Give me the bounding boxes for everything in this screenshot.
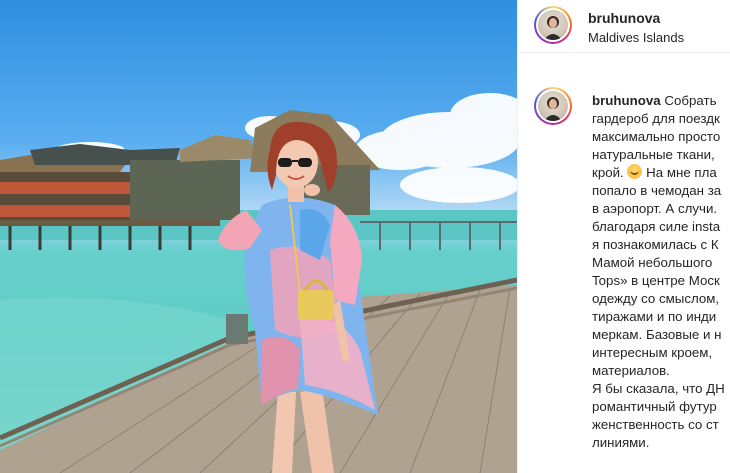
caption-line: женственность со ст: [592, 417, 719, 432]
post-photo[interactable]: [0, 0, 517, 473]
caption-username[interactable]: bruhunova: [592, 93, 661, 108]
caption-line: максимально просто: [592, 129, 721, 144]
caption-line: гардероб для поездк: [592, 111, 720, 126]
caption-line: благодаря силе insta: [592, 219, 721, 234]
caption-line: Собрать: [664, 93, 717, 108]
profile-avatar-icon: [538, 91, 568, 121]
caption-avatar[interactable]: [534, 87, 572, 125]
caption-line: меркам. Базовые и н: [592, 327, 722, 342]
post-username[interactable]: bruhunova: [588, 10, 660, 26]
caption-line: Мамой небольшого: [592, 255, 713, 270]
caption-line: в аэропорт. А случи.: [592, 201, 718, 216]
post-location[interactable]: Maldives Islands: [588, 30, 684, 45]
smiling-face-emoji-icon: [627, 164, 643, 179]
caption-line: одежду со смыслом,: [592, 291, 720, 306]
caption-line: романтичный футур: [592, 399, 717, 414]
caption-line: тиражами и по инди: [592, 309, 717, 324]
caption-line: попало в чемодан за: [592, 183, 722, 198]
caption-line: интересным кроем,: [592, 345, 713, 360]
caption-line: На мне пла: [646, 165, 717, 180]
caption-line: я познакомилась с К: [592, 237, 719, 252]
caption-line: крой.: [592, 165, 624, 180]
post-header: bruhunova Maldives Islands: [518, 0, 730, 53]
maldives-photo-illustration: [0, 93, 517, 473]
caption-line: Я бы сказала, что ДН: [592, 381, 725, 396]
caption-line: Tops» в центре Моск: [592, 273, 720, 288]
post-panel: bruhunova Maldives Islands bruhunova Соб…: [517, 0, 730, 473]
profile-avatar-icon: [538, 10, 568, 40]
caption-line: натуральные ткани,: [592, 147, 715, 162]
post-caption: bruhunova Собрать гардероб для поездк ма…: [592, 92, 730, 452]
avatar[interactable]: [534, 6, 572, 44]
caption-line: линиями.: [592, 435, 650, 450]
caption-line: материалов.: [592, 363, 670, 378]
